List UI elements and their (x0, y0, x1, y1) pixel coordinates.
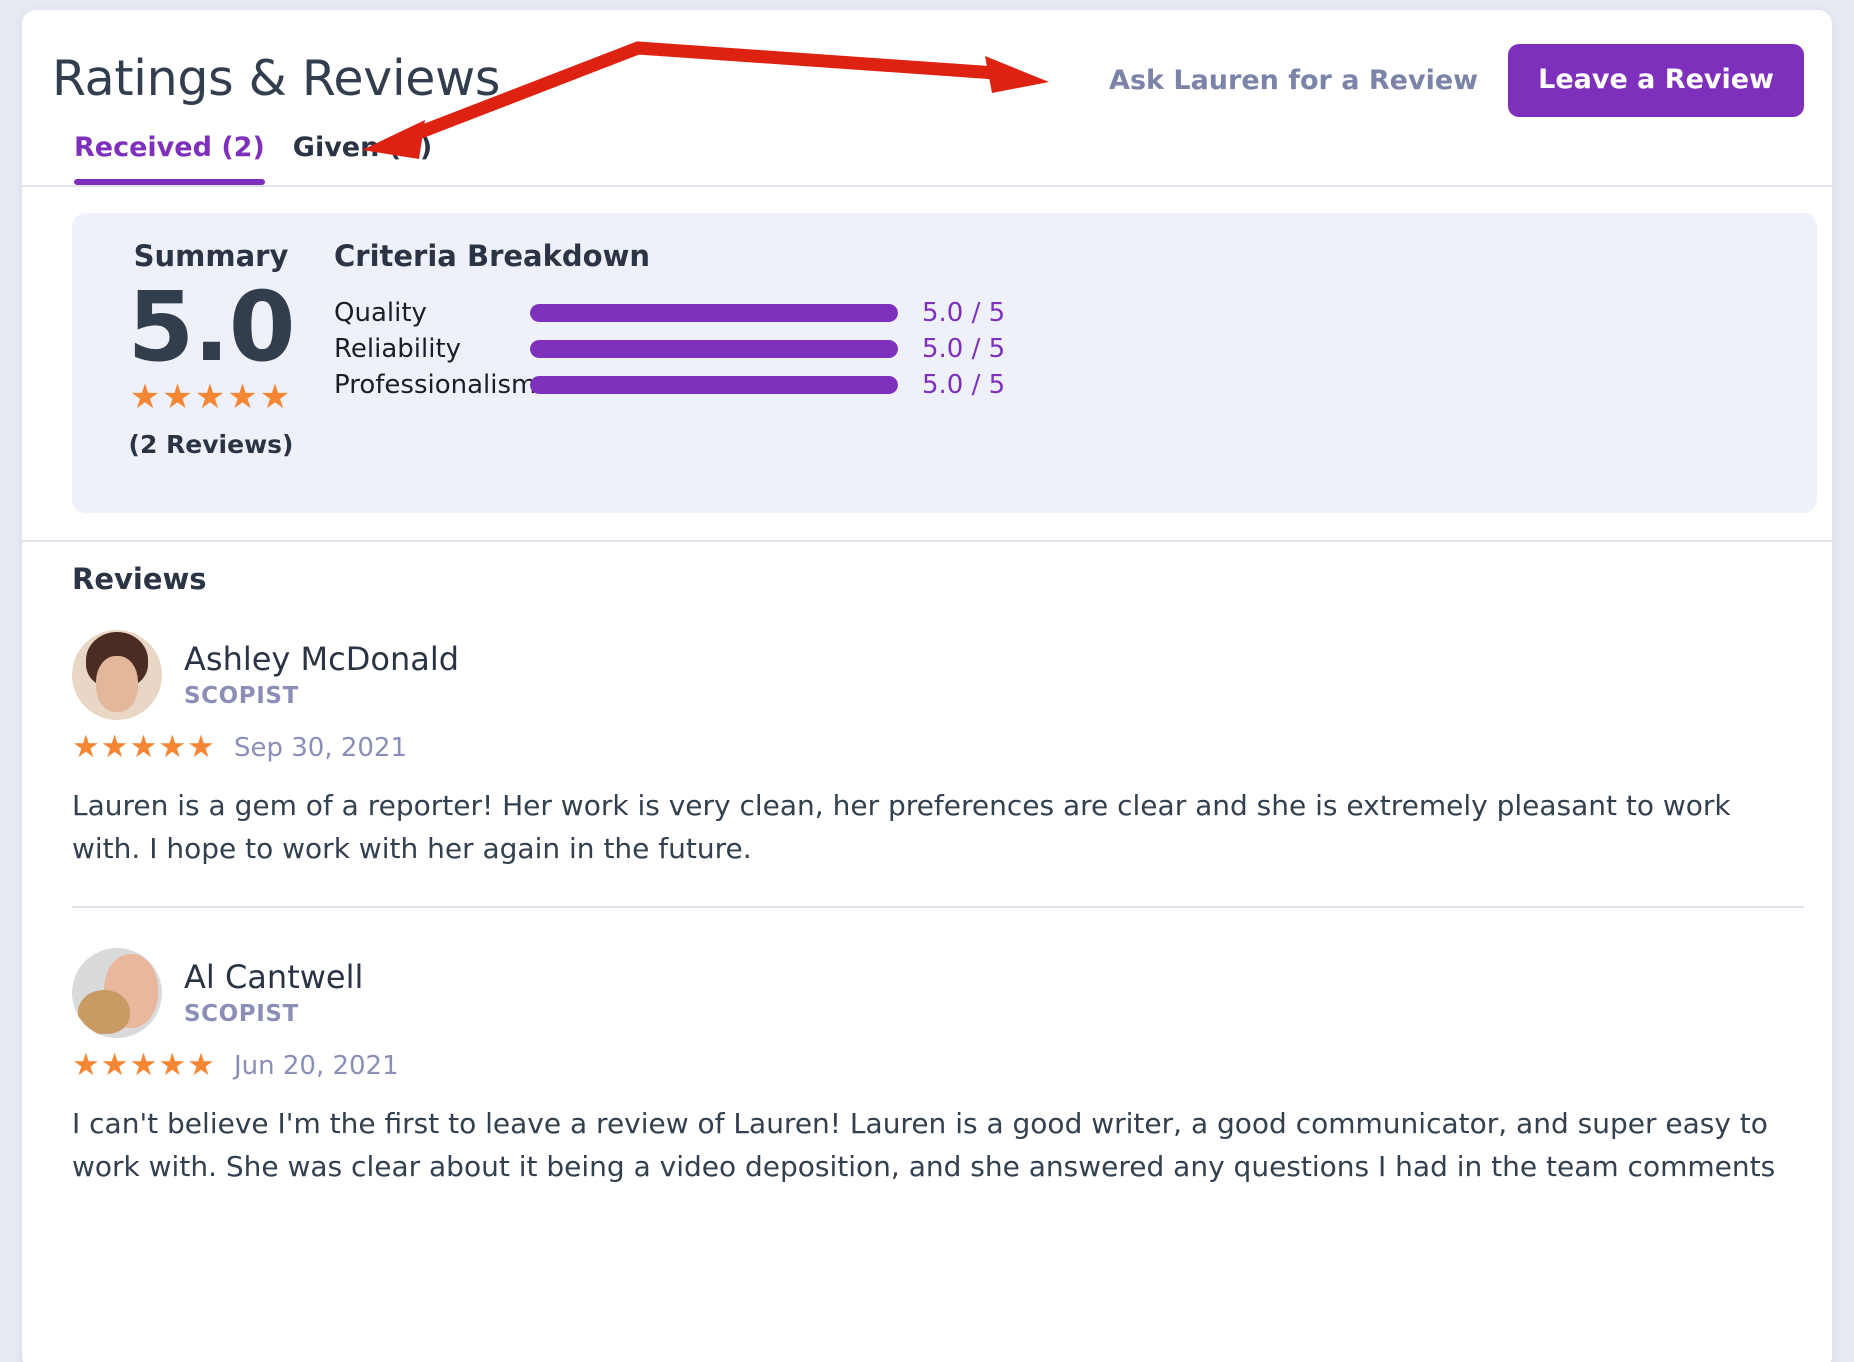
reviewer-identity: Ashley McDonald SCOPIST (184, 640, 459, 710)
criteria-label-professionalism: Professionalism (334, 370, 537, 400)
criteria-bar-quality (530, 304, 898, 322)
page-title: Ratings & Reviews (52, 50, 501, 107)
criteria-bar-fill (530, 304, 898, 322)
ratings-reviews-card: Ratings & Reviews Ask Lauren for a Revie… (22, 10, 1832, 1362)
reviewer-name[interactable]: Ashley McDonald (184, 640, 459, 678)
avatar (72, 630, 162, 720)
criteria-breakdown-title: Criteria Breakdown (334, 239, 651, 273)
criteria-bar-fill (530, 340, 898, 358)
review-item: Ashley McDonald SCOPIST ★★★★★ Sep 30, 20… (72, 630, 1804, 870)
review-item: Al Cantwell SCOPIST ★★★★★ Jun 20, 2021 I… (72, 948, 1804, 1188)
reviews-heading: Reviews (72, 562, 207, 596)
review-meta: ★★★★★ Sep 30, 2021 (72, 732, 1804, 763)
reviews-section: Reviews Ashley McDonald SCOPIST ★★★★★ Se… (72, 562, 1804, 1188)
review-body: Lauren is a gem of a reporter! Her work … (72, 789, 1731, 865)
summary-panel: Summary 5.0 ★★★★★ (2 Reviews) Criteria B… (72, 213, 1817, 513)
criteria-row: Professionalism 5.0 / 5 (334, 367, 1793, 403)
average-score: 5.0 (127, 271, 295, 383)
criteria-bar-reliability (530, 340, 898, 358)
header-divider (22, 185, 1832, 187)
review-body: I can't believe I'm the first to leave a… (72, 1107, 1776, 1183)
page-root: Ratings & Reviews Ask Lauren for a Revie… (0, 0, 1854, 1362)
criteria-bar-fill (530, 376, 898, 394)
criteria-breakdown: Criteria Breakdown Quality 5.0 / 5 Relia… (334, 239, 1793, 403)
criteria-row: Reliability 5.0 / 5 (334, 331, 1793, 367)
ask-for-review-link[interactable]: Ask Lauren for a Review (1109, 65, 1478, 96)
review-header: Al Cantwell SCOPIST (72, 948, 1804, 1039)
leave-a-review-button[interactable]: Leave a Review (1508, 44, 1804, 117)
reviews-section-divider (22, 540, 1832, 542)
review-stars-icon: ★★★★★ (72, 729, 216, 765)
reviewer-identity: Al Cantwell SCOPIST (184, 958, 363, 1028)
review-date: Sep 30, 2021 (233, 732, 408, 763)
header-actions: Ask Lauren for a Review Leave a Review (1109, 44, 1804, 117)
criteria-row: Quality 5.0 / 5 (334, 295, 1793, 331)
review-stars-icon: ★★★★★ (72, 1047, 216, 1084)
summary-stars-icon: ★★★★★ (129, 376, 293, 417)
summary-label: Summary (133, 239, 289, 273)
criteria-bar-professionalism (530, 376, 898, 394)
review-separator (72, 906, 1804, 909)
review-date: Jun 20, 2021 (233, 1050, 399, 1081)
criteria-score-professionalism: 5.0 / 5 (922, 370, 1006, 400)
avatar (72, 948, 162, 1039)
reviewer-role: SCOPIST (184, 1001, 299, 1028)
card-header: Ratings & Reviews Ask Lauren for a Revie… (22, 10, 1832, 185)
reviewer-role: SCOPIST (184, 683, 299, 710)
criteria-label-quality: Quality (334, 298, 427, 328)
summary-reviews-count: (2 Reviews) (128, 429, 294, 459)
criteria-label-reliability: Reliability (334, 334, 462, 364)
tab-received[interactable]: Received (2) (74, 132, 265, 185)
summary-score-block: Summary 5.0 ★★★★★ (2 Reviews) (100, 239, 322, 459)
criteria-score-quality: 5.0 / 5 (922, 298, 1006, 328)
criteria-score-reliability: 5.0 / 5 (922, 334, 1006, 364)
review-header: Ashley McDonald SCOPIST (72, 630, 1804, 720)
review-meta: ★★★★★ Jun 20, 2021 (72, 1050, 1804, 1081)
reviewer-name[interactable]: Al Cantwell (184, 958, 363, 996)
tab-given[interactable]: Given (6) (293, 132, 432, 185)
review-tabs: Received (2) Given (6) (74, 132, 432, 185)
